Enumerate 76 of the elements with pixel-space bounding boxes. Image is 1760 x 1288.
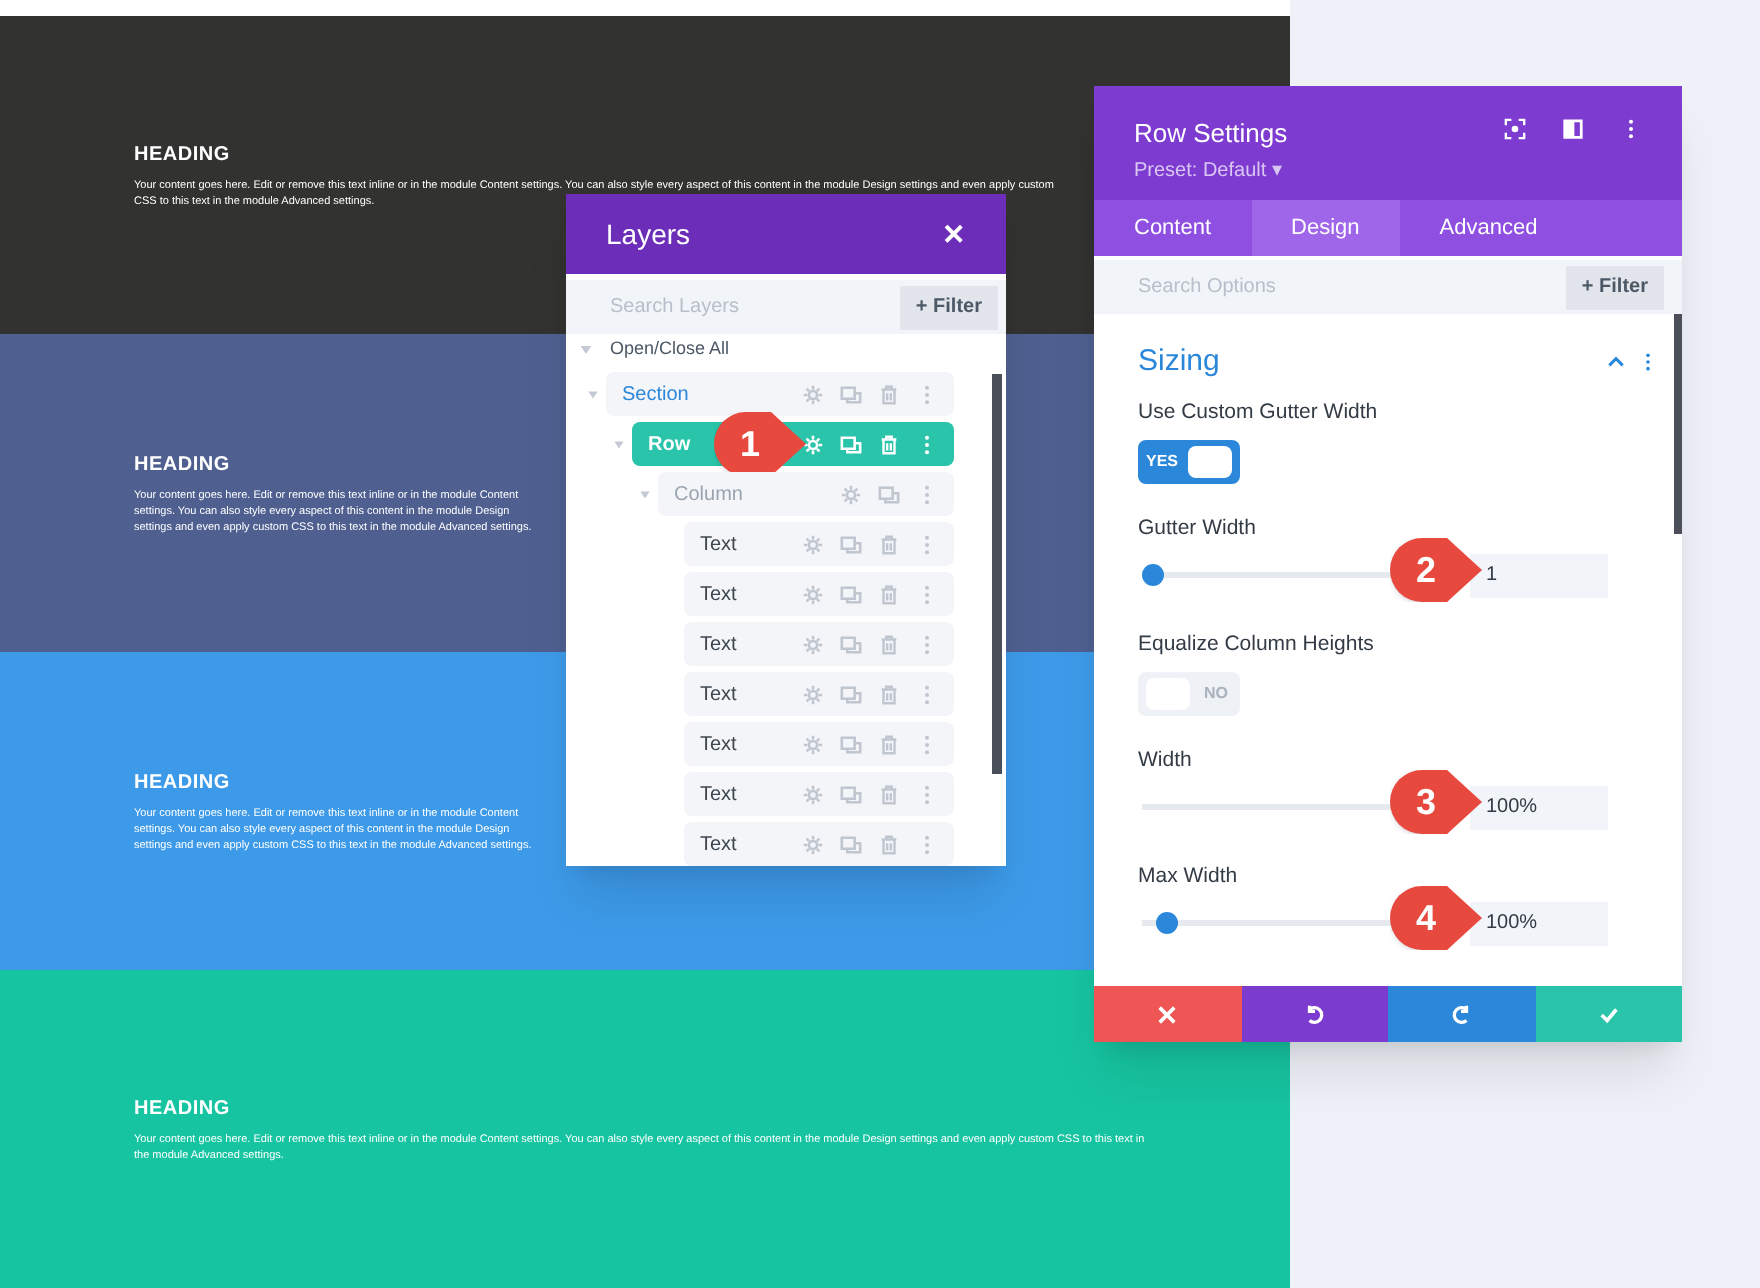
gear-icon[interactable] <box>802 633 824 655</box>
trash-icon[interactable] <box>878 783 900 805</box>
section-heading: HEADING <box>134 452 230 480</box>
focus-icon[interactable] <box>1504 118 1526 140</box>
caret-icon[interactable] <box>611 437 625 451</box>
trash-icon[interactable] <box>878 683 900 705</box>
layer-item[interactable]: Text <box>684 822 954 866</box>
value-field[interactable]: 1 <box>1470 553 1608 598</box>
section-heading: HEADING <box>134 142 230 170</box>
trash-icon[interactable] <box>878 383 900 405</box>
gear-icon[interactable] <box>802 783 824 805</box>
duplicate-icon[interactable] <box>878 483 900 505</box>
field-label: Max Width <box>1138 862 1240 892</box>
toggle-switch[interactable]: YES <box>1138 439 1240 484</box>
chevron-up-icon[interactable] <box>1606 352 1626 372</box>
caret-icon[interactable] <box>585 387 599 401</box>
check-icon[interactable] <box>1597 1003 1620 1025</box>
settings-tab[interactable]: Content <box>1094 200 1252 256</box>
settings-tab[interactable]: Design <box>1251 200 1400 256</box>
field-label: Width <box>1138 746 1194 776</box>
panel-title: Row Settings <box>1134 116 1288 152</box>
layer-item[interactable]: Text <box>684 522 954 566</box>
slider-thumb[interactable] <box>1156 912 1179 935</box>
value-field[interactable]: 100% <box>1470 785 1608 830</box>
section-heading: HEADING <box>134 1096 230 1124</box>
filter-button[interactable]: + Filter <box>899 285 998 329</box>
layer-item[interactable]: Text <box>684 672 954 716</box>
step-tooltip: 3 <box>1390 770 1482 834</box>
caret-icon[interactable] <box>637 487 651 501</box>
undo-icon[interactable] <box>1303 1003 1326 1025</box>
gear-icon[interactable] <box>802 383 824 405</box>
duplicate-icon[interactable] <box>840 733 862 755</box>
preset-dropdown[interactable]: Preset: Default ▾ <box>1134 155 1288 185</box>
step-tooltip: 2 <box>1390 538 1482 602</box>
filter-button[interactable]: + Filter <box>1565 265 1664 309</box>
search-field[interactable]: Search Options <box>1094 260 1566 314</box>
value-field[interactable]: 100% <box>1470 901 1608 946</box>
field-label: Use Custom Gutter Width <box>1138 398 1380 428</box>
trash-icon[interactable] <box>878 833 900 855</box>
duplicate-icon[interactable] <box>840 783 862 805</box>
trash-icon[interactable] <box>878 733 900 755</box>
duplicate-icon[interactable] <box>840 683 862 705</box>
section-heading: HEADING <box>134 770 230 798</box>
layer-item[interactable]: Text <box>684 772 954 816</box>
close-icon[interactable] <box>1156 1003 1179 1025</box>
gear-icon[interactable] <box>802 683 824 705</box>
gear-icon[interactable] <box>802 733 824 755</box>
gear-icon[interactable] <box>840 483 862 505</box>
split-view-icon[interactable] <box>1562 118 1584 140</box>
close-button[interactable]: ✕ <box>942 213 966 255</box>
step-tooltip: 4 <box>1390 886 1482 950</box>
redo-icon[interactable] <box>1450 1003 1473 1025</box>
group-title: Sizing <box>1138 341 1220 382</box>
layer-item[interactable]: Text <box>684 622 954 666</box>
trash-icon[interactable] <box>878 583 900 605</box>
caret-icon[interactable] <box>578 342 594 358</box>
gear-icon[interactable] <box>802 583 824 605</box>
layer-item[interactable]: Text <box>684 572 954 616</box>
duplicate-icon[interactable] <box>840 583 862 605</box>
duplicate-icon[interactable] <box>840 833 862 855</box>
duplicate-icon[interactable] <box>840 633 862 655</box>
field-label: Gutter Width <box>1138 514 1258 544</box>
save-button[interactable] <box>1535 986 1682 1042</box>
gear-icon[interactable] <box>802 833 824 855</box>
search-field[interactable]: Search Layers <box>566 280 900 334</box>
trash-icon[interactable] <box>878 533 900 555</box>
slider-thumb[interactable] <box>1142 564 1164 587</box>
duplicate-icon[interactable] <box>840 383 862 405</box>
field-label: Equalize Column Heights <box>1138 630 1376 660</box>
panel-title: Layers <box>606 215 691 254</box>
duplicate-icon[interactable] <box>840 533 862 555</box>
trash-icon[interactable] <box>878 633 900 655</box>
toggle-all-link[interactable]: Open/Close All <box>610 336 730 364</box>
settings-tab[interactable]: Advanced <box>1399 200 1578 256</box>
layer-item[interactable]: Text <box>684 722 954 766</box>
gear-icon[interactable] <box>802 533 824 555</box>
